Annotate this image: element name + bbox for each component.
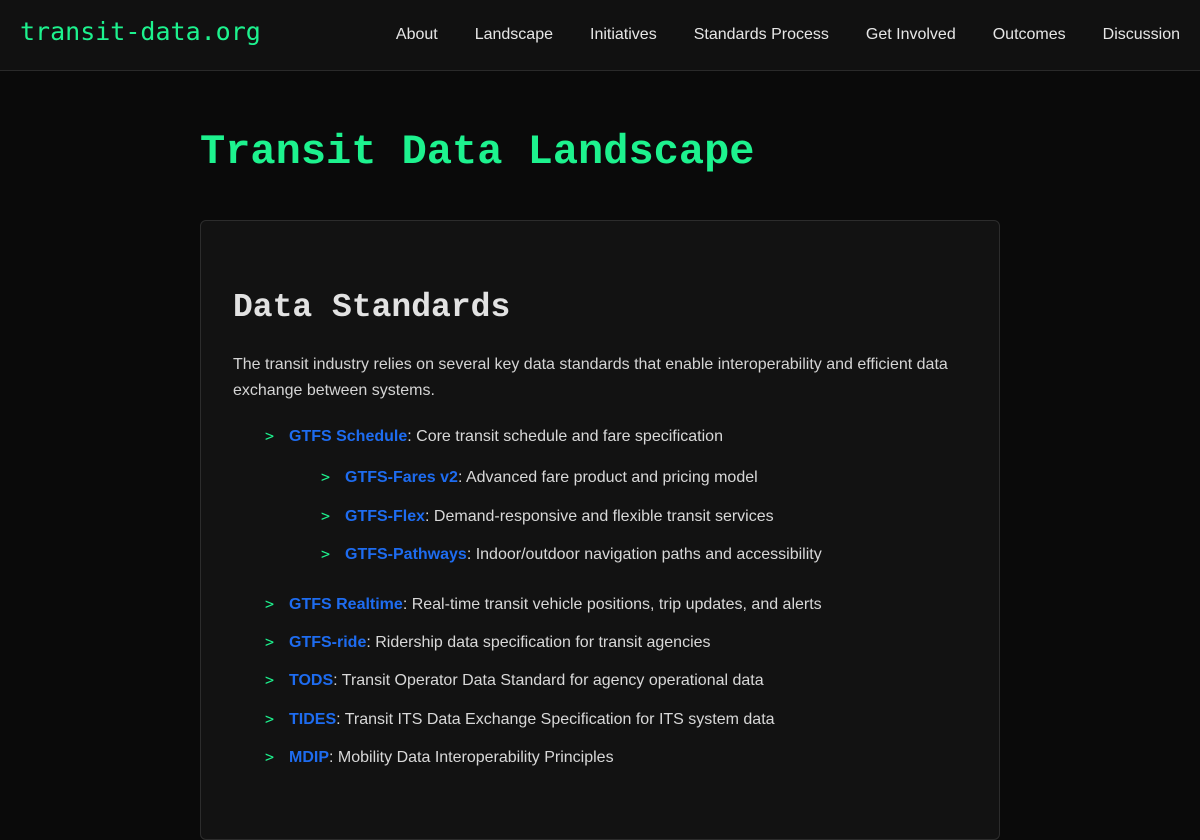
page-title: Transit Data Landscape [200, 128, 755, 176]
link-gtfs-fares-v2[interactable]: GTFS-Fares v2 [345, 469, 458, 486]
list-item-tides: > TIDES: Transit ITS Data Exchange Specif… [265, 709, 775, 730]
list-item-gtfs-schedule: > GTFS Schedule: Core transit schedule an… [265, 426, 723, 447]
list-item-gtfs-realtime: > GTFS Realtime: Real-time transit vehicl… [265, 594, 822, 615]
chevron-right-icon: > [265, 427, 275, 445]
chevron-right-icon: > [265, 710, 275, 728]
nav-link-initiatives[interactable]: Initiatives [590, 26, 657, 43]
list-item-gtfs-flex: > GTFS-Flex: Demand-responsive and flexib… [321, 506, 774, 527]
desc-gtfs-schedule: : Core transit schedule and fare specifi… [407, 428, 723, 445]
desc-gtfs-ride: : Ridership data specification for trans… [366, 634, 711, 651]
section-title: Data Standards [233, 289, 511, 326]
nav-item-discussion: Discussion [1103, 26, 1180, 44]
data-standards-card: Data Standards The transit industry reli… [200, 220, 1000, 840]
nav-item-get-involved: Get Involved [866, 26, 956, 44]
site-brand-link[interactable]: transit-data.org [20, 17, 261, 46]
list-item-gtfs-ride: > GTFS-ride: Ridership data specification… [265, 632, 711, 653]
desc-mdip: : Mobility Data Interoperability Princip… [329, 749, 614, 766]
chevron-right-icon: > [265, 671, 275, 689]
link-gtfs-schedule[interactable]: GTFS Schedule [289, 428, 407, 445]
list-item-tods: > TODS: Transit Operator Data Standard fo… [265, 670, 764, 691]
desc-gtfs-pathways: : Indoor/outdoor navigation paths and ac… [466, 546, 822, 563]
link-gtfs-ride[interactable]: GTFS-ride [289, 634, 366, 651]
link-tides[interactable]: TIDES [289, 711, 336, 728]
nav-item-outcomes: Outcomes [993, 26, 1066, 44]
desc-gtfs-realtime: : Real-time transit vehicle positions, t… [402, 596, 822, 613]
link-gtfs-flex[interactable]: GTFS-Flex [345, 508, 425, 525]
top-navbar: transit-data.org About Landscape Initiat… [0, 0, 1200, 71]
list-item-mdip: > MDIP: Mobility Data Interoperability Pr… [265, 747, 614, 768]
link-tods[interactable]: TODS [289, 672, 333, 689]
nav-link-landscape[interactable]: Landscape [475, 26, 553, 43]
chevron-right-icon: > [265, 748, 275, 766]
nav-link-get-involved[interactable]: Get Involved [866, 26, 956, 43]
chevron-right-icon: > [321, 468, 331, 486]
nav-item-landscape: Landscape [475, 26, 553, 44]
nav-item-about: About [396, 26, 438, 44]
link-gtfs-pathways[interactable]: GTFS-Pathways [345, 546, 467, 563]
desc-tods: : Transit Operator Data Standard for age… [333, 672, 764, 689]
nav-link-discussion[interactable]: Discussion [1103, 26, 1180, 43]
list-item-gtfs-pathways: > GTFS-Pathways: Indoor/outdoor navigatio… [321, 544, 822, 565]
nav-item-standards-process: Standards Process [694, 26, 829, 44]
desc-gtfs-fares-v2: : Advanced fare product and pricing mode… [457, 469, 758, 486]
link-gtfs-realtime[interactable]: GTFS Realtime [289, 596, 403, 613]
desc-gtfs-flex: : Demand-responsive and flexible transit… [425, 508, 774, 525]
desc-tides: : Transit ITS Data Exchange Specificatio… [336, 711, 775, 728]
chevron-right-icon: > [321, 545, 331, 563]
nav-link-standards-process[interactable]: Standards Process [694, 26, 829, 43]
section-intro: The transit industry relies on several k… [233, 356, 948, 399]
link-mdip[interactable]: MDIP [289, 749, 329, 766]
chevron-right-icon: > [265, 633, 275, 651]
nav-link-outcomes[interactable]: Outcomes [993, 26, 1066, 43]
list-item-gtfs-fares-v2: > GTFS-Fares v2: Advanced fare product an… [321, 467, 758, 488]
chevron-right-icon: > [321, 507, 331, 525]
nav-links: About Landscape Initiatives Standards Pr… [396, 0, 1180, 70]
nav-link-about[interactable]: About [396, 26, 438, 43]
nav-item-initiatives: Initiatives [590, 26, 657, 44]
chevron-right-icon: > [265, 595, 275, 613]
